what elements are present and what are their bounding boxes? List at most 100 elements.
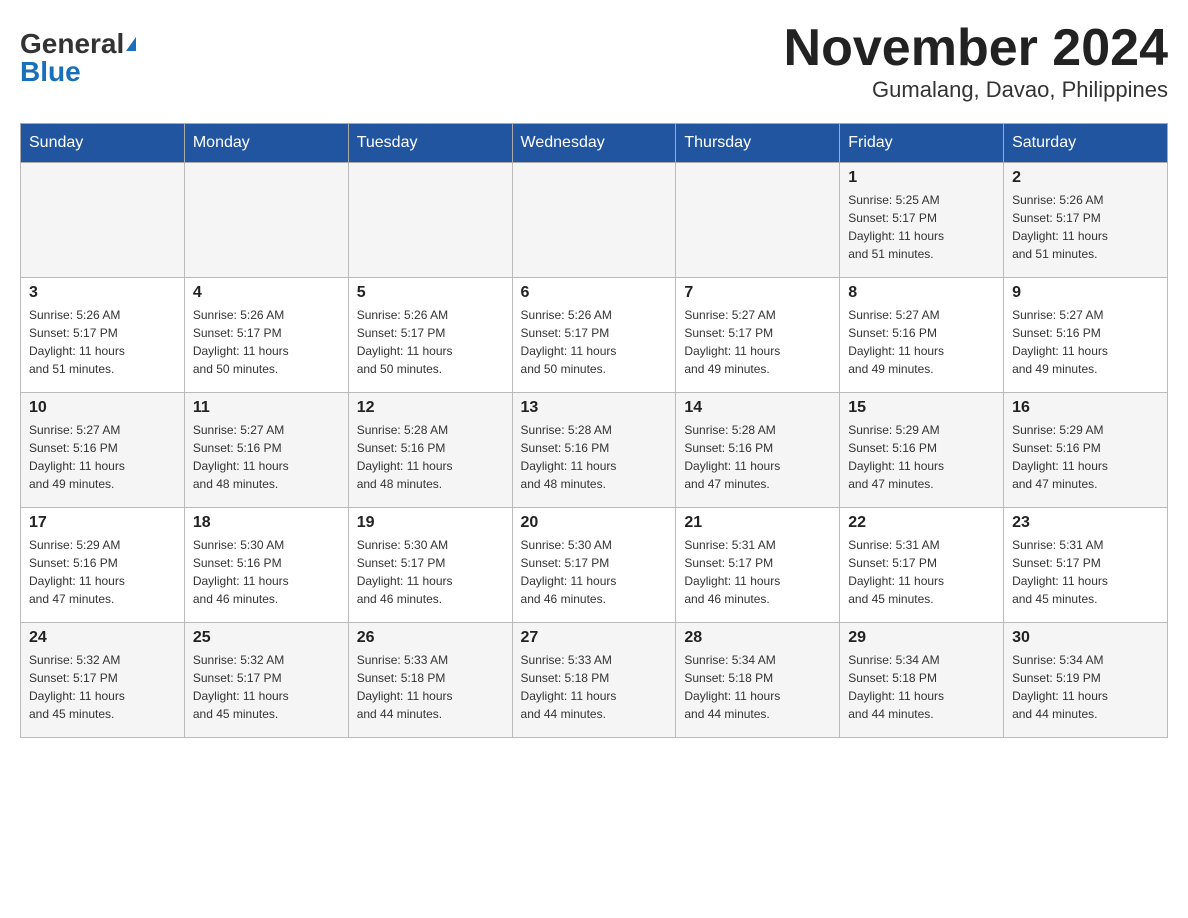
day-number: 20 [521, 514, 668, 532]
day-info: Sunrise: 5:31 AM Sunset: 5:17 PM Dayligh… [1012, 536, 1159, 608]
calendar-cell: 14 Sunrise: 5:28 AM Sunset: 5:16 PM Dayli… [676, 393, 840, 508]
calendar-cell: 24 Sunrise: 5:32 AM Sunset: 5:17 PM Dayli… [21, 623, 185, 738]
day-info: Sunrise: 5:30 AM Sunset: 5:16 PM Dayligh… [193, 536, 340, 608]
calendar-cell: 16 Sunrise: 5:29 AM Sunset: 5:16 PM Dayli… [1004, 393, 1168, 508]
day-info: Sunrise: 5:26 AM Sunset: 5:17 PM Dayligh… [357, 306, 504, 378]
day-number: 22 [848, 514, 995, 532]
calendar-cell: 11 Sunrise: 5:27 AM Sunset: 5:16 PM Dayli… [184, 393, 348, 508]
day-info: Sunrise: 5:32 AM Sunset: 5:17 PM Dayligh… [29, 651, 176, 723]
calendar-cell: 20 Sunrise: 5:30 AM Sunset: 5:17 PM Dayli… [512, 508, 676, 623]
day-info: Sunrise: 5:28 AM Sunset: 5:16 PM Dayligh… [521, 421, 668, 493]
calendar-cell: 26 Sunrise: 5:33 AM Sunset: 5:18 PM Dayli… [348, 623, 512, 738]
day-number: 26 [357, 629, 504, 647]
day-number: 11 [193, 399, 340, 417]
title-block: November 2024 Gumalang, Davao, Philippin… [784, 20, 1168, 103]
calendar-cell [512, 163, 676, 278]
day-number: 16 [1012, 399, 1159, 417]
day-number: 29 [848, 629, 995, 647]
day-number: 8 [848, 284, 995, 302]
page-header: General Blue November 2024 Gumalang, Dav… [20, 20, 1168, 103]
day-number: 13 [521, 399, 668, 417]
calendar-cell: 3 Sunrise: 5:26 AM Sunset: 5:17 PM Daylig… [21, 278, 185, 393]
week-row-4: 17 Sunrise: 5:29 AM Sunset: 5:16 PM Dayli… [21, 508, 1168, 623]
calendar-cell: 7 Sunrise: 5:27 AM Sunset: 5:17 PM Daylig… [676, 278, 840, 393]
day-number: 30 [1012, 629, 1159, 647]
day-info: Sunrise: 5:33 AM Sunset: 5:18 PM Dayligh… [357, 651, 504, 723]
day-number: 10 [29, 399, 176, 417]
logo-blue-text: Blue [20, 58, 81, 86]
calendar-cell [184, 163, 348, 278]
calendar-cell: 23 Sunrise: 5:31 AM Sunset: 5:17 PM Dayli… [1004, 508, 1168, 623]
day-number: 3 [29, 284, 176, 302]
day-number: 25 [193, 629, 340, 647]
calendar-cell: 5 Sunrise: 5:26 AM Sunset: 5:17 PM Daylig… [348, 278, 512, 393]
day-number: 2 [1012, 169, 1159, 187]
day-info: Sunrise: 5:31 AM Sunset: 5:17 PM Dayligh… [684, 536, 831, 608]
day-info: Sunrise: 5:32 AM Sunset: 5:17 PM Dayligh… [193, 651, 340, 723]
day-number: 23 [1012, 514, 1159, 532]
page-title: November 2024 [784, 20, 1168, 77]
header-friday: Friday [840, 124, 1004, 163]
day-info: Sunrise: 5:29 AM Sunset: 5:16 PM Dayligh… [29, 536, 176, 608]
calendar-cell: 21 Sunrise: 5:31 AM Sunset: 5:17 PM Dayli… [676, 508, 840, 623]
calendar-table: SundayMondayTuesdayWednesdayThursdayFrid… [20, 123, 1168, 738]
header-tuesday: Tuesday [348, 124, 512, 163]
day-info: Sunrise: 5:27 AM Sunset: 5:16 PM Dayligh… [1012, 306, 1159, 378]
calendar-cell: 12 Sunrise: 5:28 AM Sunset: 5:16 PM Dayli… [348, 393, 512, 508]
day-info: Sunrise: 5:26 AM Sunset: 5:17 PM Dayligh… [29, 306, 176, 378]
calendar-cell: 28Sunrise: 5:34 AM Sunset: 5:18 PM Dayli… [676, 623, 840, 738]
calendar-cell: 6 Sunrise: 5:26 AM Sunset: 5:17 PM Daylig… [512, 278, 676, 393]
day-number: 7 [684, 284, 831, 302]
day-info: Sunrise: 5:27 AM Sunset: 5:16 PM Dayligh… [193, 421, 340, 493]
calendar-cell: 1Sunrise: 5:25 AM Sunset: 5:17 PM Daylig… [840, 163, 1004, 278]
day-info: Sunrise: 5:26 AM Sunset: 5:17 PM Dayligh… [521, 306, 668, 378]
day-info: Sunrise: 5:34 AM Sunset: 5:18 PM Dayligh… [684, 651, 831, 723]
day-number: 12 [357, 399, 504, 417]
day-info: Sunrise: 5:28 AM Sunset: 5:16 PM Dayligh… [357, 421, 504, 493]
calendar-cell: 22Sunrise: 5:31 AM Sunset: 5:17 PM Dayli… [840, 508, 1004, 623]
calendar-cell: 2 Sunrise: 5:26 AM Sunset: 5:17 PM Daylig… [1004, 163, 1168, 278]
day-number: 19 [357, 514, 504, 532]
day-number: 17 [29, 514, 176, 532]
calendar-body: 1Sunrise: 5:25 AM Sunset: 5:17 PM Daylig… [21, 163, 1168, 738]
calendar-cell [21, 163, 185, 278]
logo-triangle-icon [126, 37, 136, 51]
calendar-header: SundayMondayTuesdayWednesdayThursdayFrid… [21, 124, 1168, 163]
header-saturday: Saturday [1004, 124, 1168, 163]
day-number: 18 [193, 514, 340, 532]
day-number: 27 [521, 629, 668, 647]
calendar-cell: 27Sunrise: 5:33 AM Sunset: 5:18 PM Dayli… [512, 623, 676, 738]
calendar-cell: 19Sunrise: 5:30 AM Sunset: 5:17 PM Dayli… [348, 508, 512, 623]
calendar-cell: 25 Sunrise: 5:32 AM Sunset: 5:17 PM Dayli… [184, 623, 348, 738]
day-info: Sunrise: 5:29 AM Sunset: 5:16 PM Dayligh… [1012, 421, 1159, 493]
header-sunday: Sunday [21, 124, 185, 163]
day-info: Sunrise: 5:34 AM Sunset: 5:19 PM Dayligh… [1012, 651, 1159, 723]
calendar-cell: 18 Sunrise: 5:30 AM Sunset: 5:16 PM Dayli… [184, 508, 348, 623]
day-number: 6 [521, 284, 668, 302]
day-number: 21 [684, 514, 831, 532]
calendar-cell: 17 Sunrise: 5:29 AM Sunset: 5:16 PM Dayli… [21, 508, 185, 623]
header-wednesday: Wednesday [512, 124, 676, 163]
day-info: Sunrise: 5:27 AM Sunset: 5:17 PM Dayligh… [684, 306, 831, 378]
day-info: Sunrise: 5:34 AM Sunset: 5:18 PM Dayligh… [848, 651, 995, 723]
calendar-cell [348, 163, 512, 278]
calendar-cell: 29 Sunrise: 5:34 AM Sunset: 5:18 PM Dayli… [840, 623, 1004, 738]
calendar-header-row: SundayMondayTuesdayWednesdayThursdayFrid… [21, 124, 1168, 163]
calendar-cell: 8Sunrise: 5:27 AM Sunset: 5:16 PM Daylig… [840, 278, 1004, 393]
day-info: Sunrise: 5:26 AM Sunset: 5:17 PM Dayligh… [1012, 191, 1159, 263]
day-info: Sunrise: 5:28 AM Sunset: 5:16 PM Dayligh… [684, 421, 831, 493]
week-row-3: 10 Sunrise: 5:27 AM Sunset: 5:16 PM Dayli… [21, 393, 1168, 508]
calendar-cell: 15Sunrise: 5:29 AM Sunset: 5:16 PM Dayli… [840, 393, 1004, 508]
calendar-cell: 9 Sunrise: 5:27 AM Sunset: 5:16 PM Daylig… [1004, 278, 1168, 393]
day-number: 5 [357, 284, 504, 302]
day-number: 14 [684, 399, 831, 417]
day-info: Sunrise: 5:30 AM Sunset: 5:17 PM Dayligh… [521, 536, 668, 608]
day-number: 24 [29, 629, 176, 647]
day-info: Sunrise: 5:29 AM Sunset: 5:16 PM Dayligh… [848, 421, 995, 493]
day-number: 9 [1012, 284, 1159, 302]
calendar-cell: 30 Sunrise: 5:34 AM Sunset: 5:19 PM Dayli… [1004, 623, 1168, 738]
logo: General Blue [20, 20, 136, 86]
calendar-cell: 13 Sunrise: 5:28 AM Sunset: 5:16 PM Dayli… [512, 393, 676, 508]
day-info: Sunrise: 5:25 AM Sunset: 5:17 PM Dayligh… [848, 191, 995, 263]
header-thursday: Thursday [676, 124, 840, 163]
